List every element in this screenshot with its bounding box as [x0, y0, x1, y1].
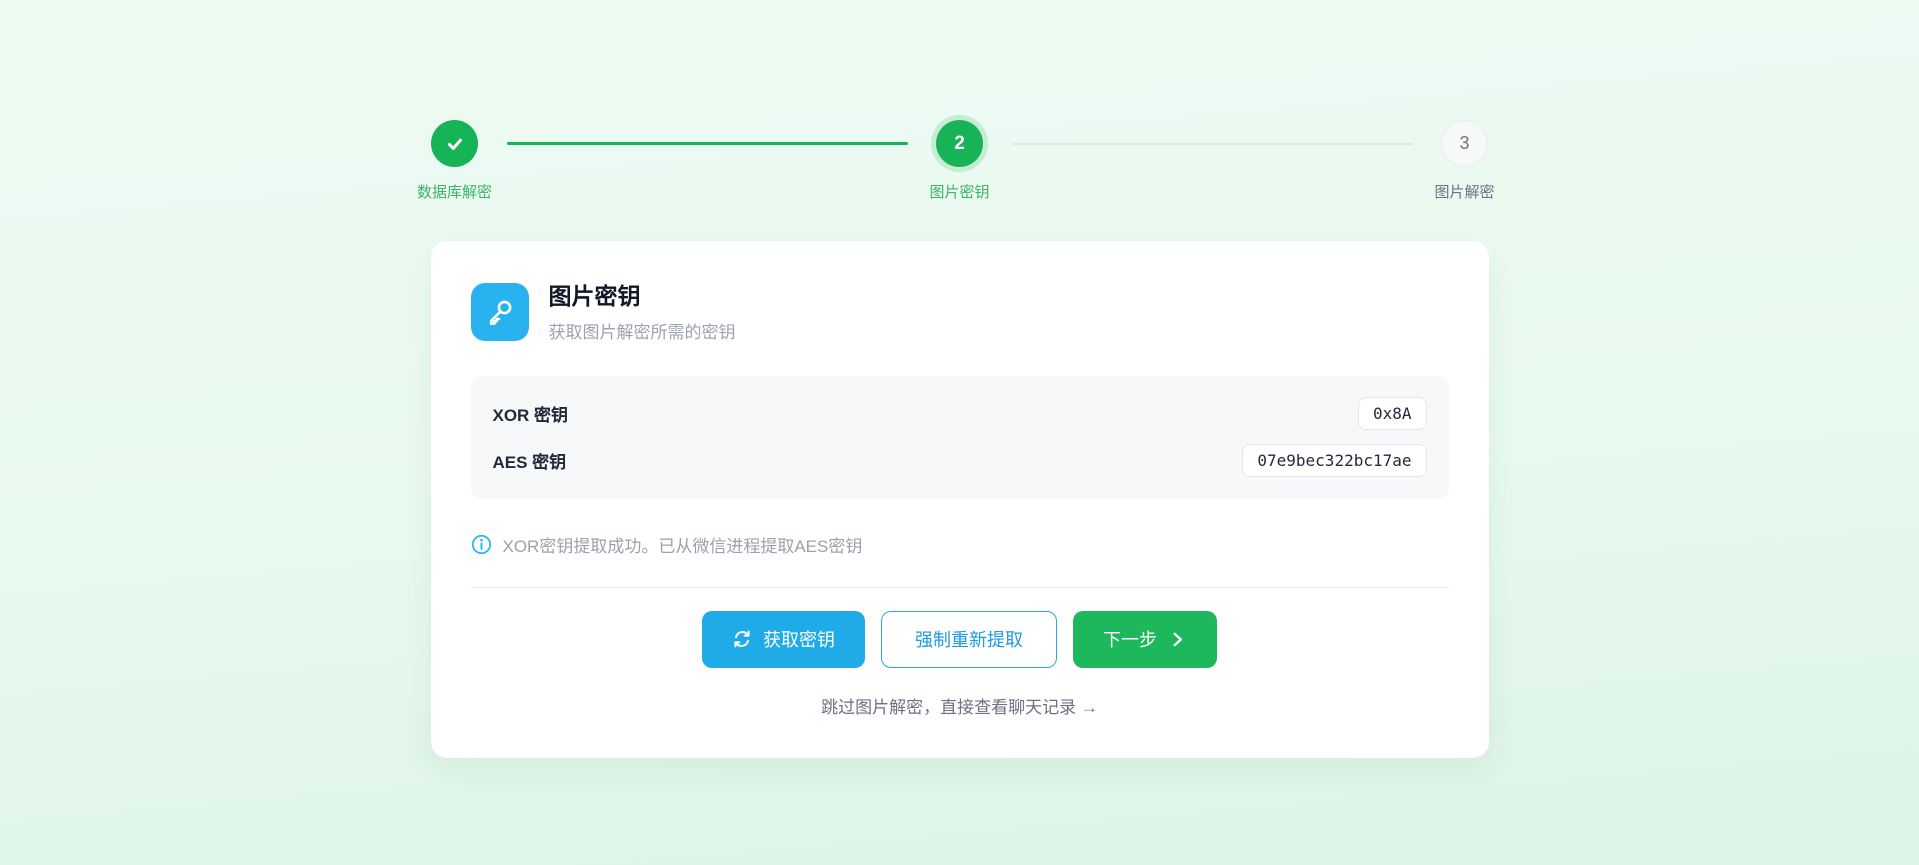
force-reextract-label: 强制重新提取 — [915, 626, 1023, 652]
card-header-text: 图片密钥 获取图片解密所需的密钥 — [549, 283, 736, 343]
status-row: XOR密钥提取成功。已从微信进程提取AES密钥 — [471, 532, 1449, 557]
info-icon — [471, 534, 492, 555]
divider — [471, 587, 1449, 588]
fetch-key-label: 获取密钥 — [763, 626, 835, 652]
next-step-label: 下一步 — [1103, 626, 1157, 652]
skip-row: 跳过图片解密，直接查看聊天记录 → — [471, 693, 1449, 718]
page-subtitle: 获取图片解密所需的密钥 — [549, 318, 736, 343]
aes-key-row: AES 密钥 07e9bec322bc17ae — [493, 444, 1427, 478]
step-image-decrypt: 3 图片解密 — [1441, 120, 1489, 167]
step-database-decrypt: 数据库解密 — [431, 120, 479, 167]
step-3-circle: 3 — [1441, 120, 1488, 167]
chevron-right-icon — [1168, 630, 1187, 649]
step-2-circle: 2 — [936, 120, 983, 167]
image-key-card: 图片密钥 获取图片解密所需的密钥 XOR 密钥 0x8A AES 密钥 07e9… — [431, 241, 1489, 758]
action-buttons: 获取密钥 强制重新提取 下一步 — [471, 611, 1449, 668]
skip-image-decrypt-link[interactable]: 跳过图片解密，直接查看聊天记录 → — [821, 693, 1098, 718]
key-icon — [471, 283, 529, 341]
page-container: 数据库解密 2 图片密钥 3 图片解密 图片密钥 获取图片解密所需的密钥 — [431, 0, 1489, 758]
key-values-panel: XOR 密钥 0x8A AES 密钥 07e9bec322bc17ae — [471, 376, 1449, 499]
xor-key-value[interactable]: 0x8A — [1358, 397, 1427, 430]
step-2-label: 图片密钥 — [929, 181, 989, 202]
next-step-button[interactable]: 下一步 — [1073, 611, 1217, 668]
xor-key-label: XOR 密钥 — [493, 401, 569, 426]
stepper-connector-done — [507, 142, 908, 145]
status-message: XOR密钥提取成功。已从微信进程提取AES密钥 — [503, 532, 863, 557]
aes-key-value[interactable]: 07e9bec322bc17ae — [1242, 444, 1426, 477]
step-1-label: 数据库解密 — [417, 181, 492, 202]
wizard-stepper: 数据库解密 2 图片密钥 3 图片解密 — [431, 120, 1489, 167]
force-reextract-button[interactable]: 强制重新提取 — [881, 611, 1057, 668]
page-title: 图片密钥 — [549, 283, 736, 311]
xor-key-row: XOR 密钥 0x8A — [493, 397, 1427, 431]
card-header: 图片密钥 获取图片解密所需的密钥 — [471, 283, 1449, 343]
check-icon — [444, 133, 466, 155]
aes-key-label: AES 密钥 — [493, 448, 567, 473]
stepper-connector-pending — [1012, 143, 1413, 145]
step-3-label: 图片解密 — [1434, 181, 1494, 202]
refresh-icon — [732, 629, 752, 649]
step-1-circle — [431, 120, 478, 167]
fetch-key-button[interactable]: 获取密钥 — [702, 611, 865, 668]
step-image-key: 2 图片密钥 — [936, 120, 984, 167]
